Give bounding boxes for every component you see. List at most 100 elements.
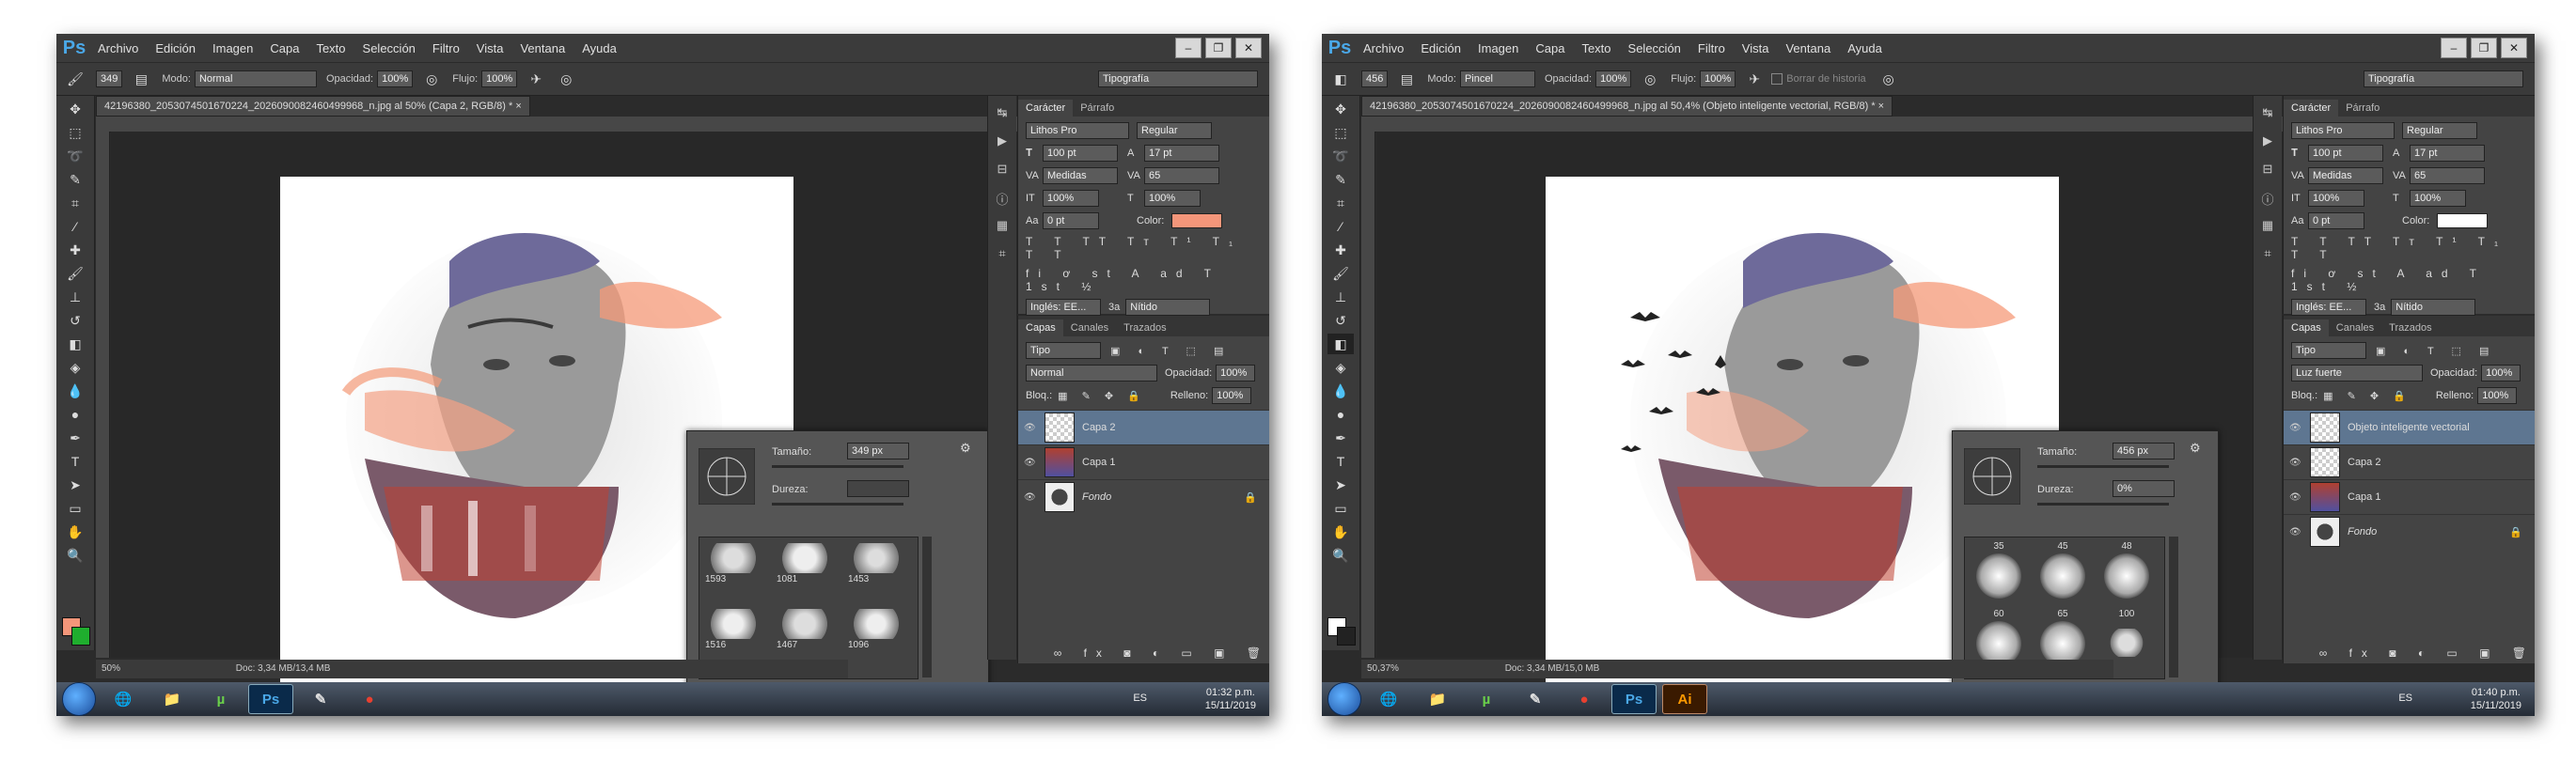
layer-row[interactable]: 👁 Objeto inteligente vectorial (2284, 410, 2535, 444)
utorrent-taskbar-icon[interactable]: µ (199, 685, 243, 713)
move-tool-icon[interactable]: ✥ (1327, 99, 1354, 119)
vertical-scale-field[interactable]: 100% (2308, 190, 2364, 207)
lock-icons[interactable]: ▦ ✎ ✥ 🔒 (1058, 390, 1146, 402)
kerning-select[interactable]: Medidas (2308, 167, 2383, 184)
eye-icon[interactable]: 👁 (2289, 527, 2306, 537)
mode-select[interactable]: Pincel (1459, 70, 1535, 87)
brush-size-slider[interactable] (772, 465, 903, 468)
brush-size-slider[interactable] (2037, 465, 2169, 468)
font-family-select[interactable]: Lithos Pro (1026, 122, 1129, 139)
menu-imagen[interactable]: Imagen (212, 41, 253, 55)
brush-size-value[interactable]: 456 px (2113, 443, 2175, 459)
browser-taskbar-icon[interactable]: 🌐 (102, 685, 145, 713)
paint-bucket-icon[interactable]: ◈ (1327, 357, 1354, 378)
layer-row[interactable]: 👁 Fondo 🔒 (1018, 479, 1269, 514)
brush-tool-side-icon[interactable]: 🖌 (1327, 263, 1354, 284)
hand-tool-icon[interactable]: ✋ (62, 522, 88, 542)
shape-tool-icon[interactable]: ▭ (62, 498, 88, 519)
layer-filter-icons[interactable]: ▣ ◐ T ⬚ ▤ (2376, 345, 2496, 357)
language-select[interactable]: Inglés: EE... (1026, 299, 1101, 316)
document-tab[interactable]: 42196380_2053074501670224_20260900824604… (1361, 96, 1893, 117)
eyedropper-icon[interactable]: ⁄ (62, 216, 88, 237)
layer-row[interactable]: 👁 Fondo 🔒 (2284, 514, 2535, 549)
menu-ventana[interactable]: Ventana (520, 41, 565, 55)
layer-action-icons[interactable]: ∞ fx ◙ ◐ ▭ ▣ 🗑 (2319, 646, 2535, 660)
layer-filter-select[interactable]: Tipo (2291, 342, 2366, 359)
type-tool-icon[interactable]: T (62, 451, 88, 472)
tab-canales[interactable]: Canales (2329, 319, 2381, 336)
clone-stamp-icon[interactable]: ⊥ (62, 287, 88, 307)
airbrush-icon[interactable]: ✈ (525, 70, 547, 88)
menu-seleccion[interactable]: Selección (1628, 41, 1681, 55)
kerning-select[interactable]: Medidas (1043, 167, 1118, 184)
hand-tool-icon[interactable]: ✋ (1327, 522, 1354, 542)
swatches-panel-icon[interactable]: ▦ (2257, 218, 2278, 237)
brush-preset-1593[interactable]: 1593 (705, 543, 767, 601)
clock[interactable]: 01:40 p.m. 15/11/2019 (2471, 686, 2521, 712)
brush-preset-35[interactable]: 35 (1971, 541, 2027, 603)
menu-seleccion[interactable]: Selección (363, 41, 416, 55)
layer-action-icons[interactable]: ∞ fx ◙ ◐ ▭ ▣ 🗑 (1054, 646, 1269, 660)
type-tool-icon[interactable]: T (1327, 451, 1354, 472)
brush-list-scrollbar[interactable] (2169, 537, 2178, 677)
blend-mode-select[interactable]: Luz fuerte (2291, 365, 2423, 382)
browser-taskbar-icon[interactable]: 🌐 (1367, 685, 1410, 713)
document-tab[interactable]: 42196380_2053074501670224_20260900824604… (96, 96, 530, 117)
crop-tool-icon[interactable]: ⌗ (1327, 193, 1354, 213)
folder-taskbar-icon[interactable]: 📁 (1416, 685, 1459, 713)
brush-preset-picker[interactable]: Tamaño: 349 px Dureza: ⚙ 1593 1081 1453 (686, 430, 989, 697)
pressure-size-icon[interactable]: ◎ (555, 70, 577, 88)
baseline-field[interactable]: 0 pt (1043, 212, 1099, 229)
info-panel-icon[interactable]: ⓘ (992, 190, 1013, 209)
illustrator-taskbar-icon[interactable]: Ai (1662, 684, 1707, 714)
menu-vista[interactable]: Vista (477, 41, 504, 55)
layer-row[interactable]: 👁 Capa 2 (1018, 410, 1269, 444)
brush-hardness-value[interactable]: 0% (2113, 480, 2175, 497)
menu-ayuda[interactable]: Ayuda (582, 41, 617, 55)
layer-filter-icons[interactable]: ▣ ◐ T ⬚ ▤ (1110, 345, 1231, 357)
actions-panel-icon[interactable]: ▶ (992, 133, 1013, 152)
move-tool-icon[interactable]: ✥ (62, 99, 88, 119)
tab-capas[interactable]: Capas (2284, 319, 2329, 336)
horizontal-scale-field[interactable]: 100% (1144, 190, 1201, 207)
tab-capas[interactable]: Capas (1018, 319, 1063, 336)
history-brush-icon[interactable]: ↺ (62, 310, 88, 331)
menu-texto[interactable]: Texto (1581, 41, 1610, 55)
eye-icon[interactable]: 👁 (2289, 492, 2306, 503)
layer-filter-select[interactable]: Tipo (1026, 342, 1101, 359)
paint-bucket-icon[interactable]: ◈ (62, 357, 88, 378)
marquee-tool-icon[interactable]: ⬚ (62, 122, 88, 143)
flow-field[interactable]: 100% (481, 70, 518, 87)
pressure-opacity-icon[interactable]: ◎ (420, 70, 443, 88)
brush-panel-icon[interactable]: ▤ (130, 70, 152, 88)
menu-capa[interactable]: Capa (270, 41, 299, 55)
brush-tool-side-icon[interactable]: 🖌 (62, 263, 88, 284)
adjustments-panel-icon[interactable]: ⊟ (992, 162, 1013, 180)
menu-imagen[interactable]: Imagen (1478, 41, 1518, 55)
tab-caracter[interactable]: Carácter (1018, 100, 1074, 117)
path-select-icon[interactable]: ➤ (62, 475, 88, 495)
zoom-level[interactable]: 50,37% (1367, 663, 1399, 674)
horizontal-scale-field[interactable]: 100% (2410, 190, 2466, 207)
brush-panel-icon[interactable]: ▤ (1395, 70, 1418, 88)
menu-vista[interactable]: Vista (1742, 41, 1769, 55)
erase-history-checkbox[interactable] (1771, 73, 1783, 85)
menu-texto[interactable]: Texto (316, 41, 345, 55)
menu-filtro[interactable]: Filtro (432, 41, 460, 55)
brush-hardness-slider[interactable] (2037, 503, 2169, 506)
tracking-field[interactable]: 65 (1144, 167, 1219, 184)
quick-select-icon[interactable]: ✎ (1327, 169, 1354, 190)
airbrush-icon[interactable]: ✈ (1743, 70, 1766, 88)
folder-taskbar-icon[interactable]: 📁 (150, 685, 194, 713)
restore-icon[interactable]: ❐ (1205, 38, 1232, 58)
dodge-tool-icon[interactable]: ● (1327, 404, 1354, 425)
font-size-field[interactable]: 100 pt (2308, 145, 2383, 162)
close-icon[interactable]: ✕ (1235, 38, 1262, 58)
blur-tool-icon[interactable]: 💧 (1327, 381, 1354, 401)
tab-trazados[interactable]: Trazados (2381, 319, 2439, 336)
menu-archivo[interactable]: Archivo (1363, 41, 1404, 55)
pen-tool-icon[interactable]: ✒ (1327, 428, 1354, 448)
actions-panel-icon[interactable]: ▶ (2257, 133, 2278, 152)
tool-presets-icon[interactable]: ⌗ (992, 246, 1013, 265)
utorrent-taskbar-icon[interactable]: µ (1465, 685, 1508, 713)
